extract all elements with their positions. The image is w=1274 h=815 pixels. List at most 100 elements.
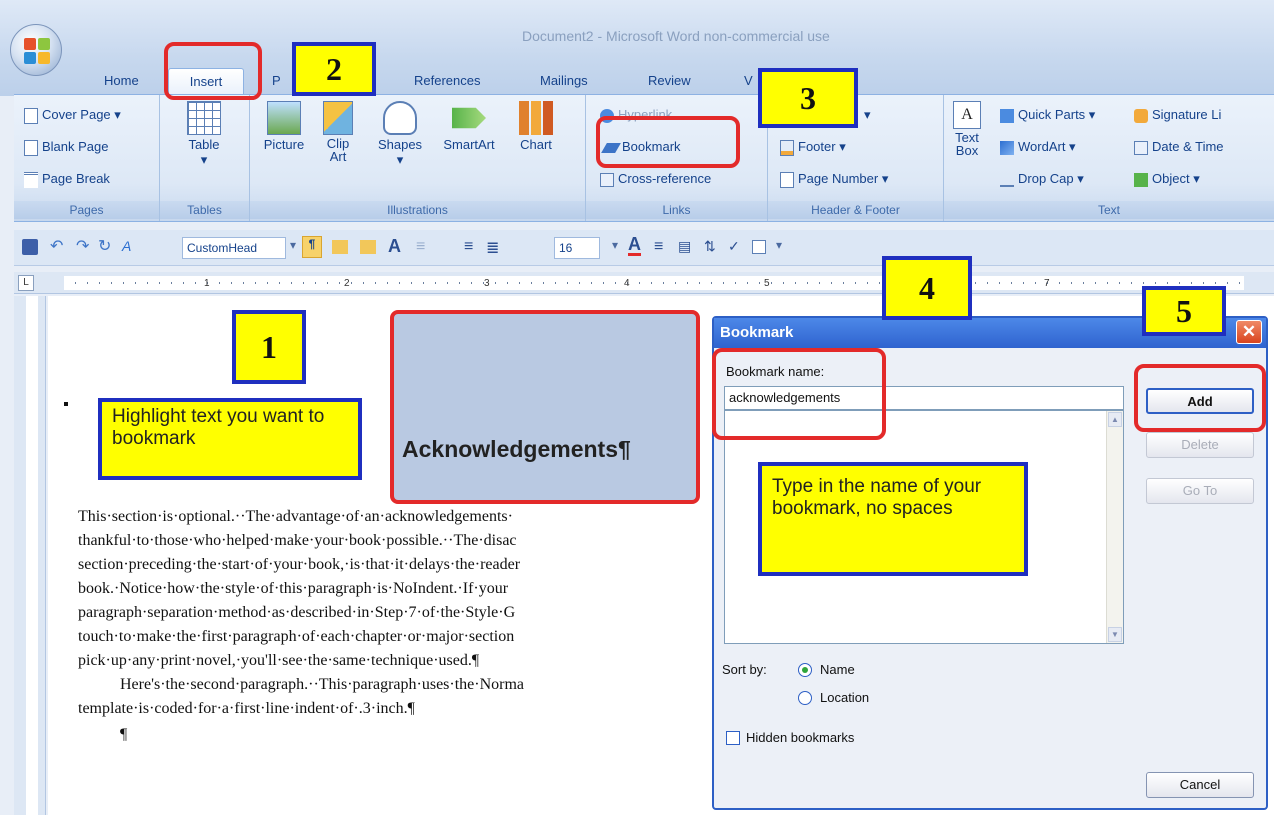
tab-selector-icon[interactable]: L xyxy=(18,275,34,291)
office-logo-icon xyxy=(24,38,50,64)
tables-group-label: Tables xyxy=(160,201,249,219)
font-color-icon[interactable]: A xyxy=(628,235,641,256)
size-dropdown-icon[interactable]: ▾ xyxy=(612,238,618,252)
align-icon[interactable] xyxy=(332,240,348,254)
table-button[interactable]: Table ▾ xyxy=(174,101,234,168)
paragraph-line: section·preceding·the·start·of·your·book… xyxy=(78,556,521,573)
paragraph-icon[interactable]: ≡ xyxy=(654,238,663,256)
tab-review[interactable]: Review xyxy=(648,68,691,94)
sort-name-radio[interactable] xyxy=(798,663,812,677)
tab-home[interactable]: Home xyxy=(104,68,139,94)
page-number-icon xyxy=(780,171,794,188)
type-name-note: Type in the name of your bookmark, no sp… xyxy=(758,462,1028,576)
spacing-icon[interactable]: ▤ xyxy=(678,238,691,255)
picture-button[interactable]: Picture xyxy=(256,101,312,152)
header-dropdown[interactable]: ▾ xyxy=(864,107,871,123)
bookmark-name-highlight xyxy=(712,348,886,440)
add-button-highlight xyxy=(1134,364,1266,432)
hidden-bookmarks-label: Hidden bookmarks xyxy=(746,730,855,745)
text-box-button[interactable]: A Text Box xyxy=(946,101,988,157)
page-break-icon xyxy=(24,171,38,188)
tab-view[interactable]: V xyxy=(744,68,753,94)
style-selector[interactable]: CustomHead xyxy=(182,237,286,259)
bookmark-button-highlight xyxy=(596,116,740,168)
vertical-ruler[interactable] xyxy=(14,296,46,815)
style-dropdown-icon[interactable]: ▾ xyxy=(290,238,296,252)
font-size-selector[interactable]: 16 xyxy=(554,237,600,259)
dialog-title: Bookmark xyxy=(720,324,794,341)
ruler-number: 7 xyxy=(1044,278,1050,289)
delete-button[interactable]: Delete xyxy=(1146,432,1254,458)
smartart-button[interactable]: SmartArt xyxy=(434,101,504,152)
quick-access-toolbar: ↶ ↷ ↻ A CustomHead ▾ ¶ A ≡ ≡ ≣ 16 ▾ A ≡ … xyxy=(14,230,1274,266)
date-time-button[interactable]: Date & Time xyxy=(1134,139,1224,155)
step-3-callout: 3 xyxy=(758,68,858,128)
tab-page-layout[interactable]: P xyxy=(272,68,281,94)
heading-text: Acknowledgements¶ xyxy=(402,436,631,462)
picture-icon xyxy=(267,101,301,135)
quick-parts-button[interactable]: Quick Parts ▾ xyxy=(1000,107,1095,123)
highlight-text-note: Highlight text you want to bookmark xyxy=(98,398,362,480)
page-break-button[interactable]: Page Break xyxy=(24,171,110,188)
save-icon[interactable] xyxy=(22,239,38,255)
blank-page-icon xyxy=(24,139,38,156)
sort-name-label: Name xyxy=(820,662,855,677)
illustrations-group: Picture Clip Art Shapes ▾ SmartArt Chart… xyxy=(250,95,586,221)
highlighted-heading[interactable]: Acknowledgements¶ xyxy=(390,310,700,504)
table-icon xyxy=(187,101,221,135)
signature-line-icon xyxy=(1134,108,1148,123)
customize-toolbar-icon[interactable]: ▾ xyxy=(776,238,782,252)
sort-icon[interactable]: ⇅ xyxy=(704,238,716,255)
clip-art-icon xyxy=(323,101,353,135)
sort-location-radio[interactable] xyxy=(798,691,812,705)
bookmark-list-scrollbar[interactable]: ▲ ▼ xyxy=(1106,411,1123,643)
signature-line-button[interactable]: Signature Li xyxy=(1134,107,1221,123)
undo-icon[interactable]: ↶ xyxy=(50,236,63,256)
step-4-callout: 4 xyxy=(882,256,972,320)
page-number-button[interactable]: Page Number ▾ xyxy=(780,171,888,188)
spelling-icon[interactable]: ✓ xyxy=(728,238,740,255)
drop-cap-button[interactable]: Drop Cap ▾ xyxy=(1000,171,1084,187)
office-button[interactable] xyxy=(10,24,62,76)
insert-tab-highlight xyxy=(164,42,262,100)
scroll-down-icon[interactable]: ▼ xyxy=(1108,627,1122,642)
styles-icon[interactable]: A xyxy=(122,238,131,254)
cover-page-button[interactable]: Cover Page ▾ xyxy=(24,107,121,124)
ruler-number: 2 xyxy=(344,278,350,289)
wordart-icon xyxy=(1000,140,1014,155)
redo-icon[interactable]: ↷ xyxy=(76,236,89,256)
footer-button[interactable]: Footer ▾ xyxy=(780,139,846,156)
shapes-button[interactable]: Shapes ▾ xyxy=(370,101,430,168)
cancel-button[interactable]: Cancel xyxy=(1146,772,1254,798)
paragraph-line: thankful·to·those·who·helped·make·your·b… xyxy=(78,532,517,549)
close-button[interactable]: ✕ xyxy=(1236,320,1262,344)
date-time-icon xyxy=(1134,140,1148,155)
page-icon[interactable] xyxy=(752,240,766,254)
header-footer-group-label: Header & Footer xyxy=(768,201,943,219)
paragraph-line: template·is·coded·for·a·first·line·inden… xyxy=(78,700,415,717)
wordart-button[interactable]: WordArt ▾ xyxy=(1000,139,1076,155)
horizontal-ruler[interactable]: L 1 2 3 4 5 7 xyxy=(14,272,1274,294)
cross-reference-button[interactable]: Cross-reference xyxy=(600,171,711,187)
tab-mailings[interactable]: Mailings xyxy=(540,68,588,94)
show-formatting-icon[interactable]: ¶ xyxy=(302,236,322,258)
numbering-icon[interactable]: ≣ xyxy=(486,238,499,258)
chart-button[interactable]: Chart xyxy=(508,101,564,152)
tables-group: Table ▾ Tables xyxy=(160,95,250,221)
hidden-bookmarks-checkbox[interactable] xyxy=(726,731,740,745)
illustrations-group-label: Illustrations xyxy=(250,201,585,219)
align-left-icon[interactable]: ≡ xyxy=(464,238,473,256)
list-bullet xyxy=(64,402,68,406)
blank-page-button[interactable]: Blank Page xyxy=(24,139,109,156)
repeat-icon[interactable]: ↻ xyxy=(98,236,111,256)
paragraph-line: Here's·the·second·paragraph.··This·parag… xyxy=(120,676,525,693)
align-right-icon[interactable] xyxy=(360,240,376,254)
tab-references[interactable]: References xyxy=(414,68,480,94)
object-button[interactable]: Object ▾ xyxy=(1134,171,1200,187)
justify-icon[interactable]: ≡ xyxy=(416,238,425,256)
paragraph-line: book.·Notice·how·the·style·of·this·parag… xyxy=(78,580,509,597)
scroll-up-icon[interactable]: ▲ xyxy=(1108,412,1122,427)
go-to-button[interactable]: Go To xyxy=(1146,478,1254,504)
font-icon[interactable]: A xyxy=(388,236,401,257)
clip-art-button[interactable]: Clip Art xyxy=(316,101,360,163)
